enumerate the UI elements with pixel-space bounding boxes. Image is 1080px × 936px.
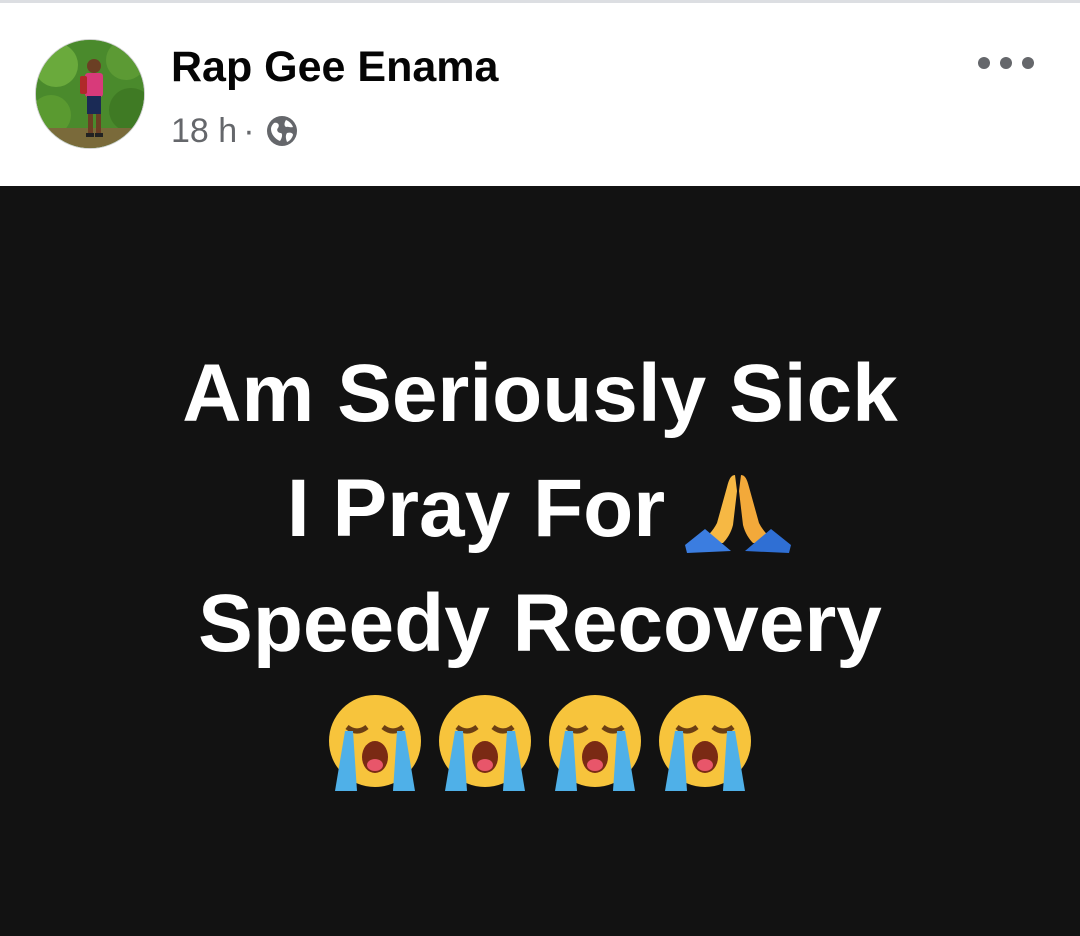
crying-emoji-row — [0, 691, 1080, 801]
more-dot — [1022, 57, 1034, 69]
post-text-line-1: Am Seriously Sick — [182, 348, 898, 439]
post-content[interactable]: Am Seriously Sick I Pray For Speedy Reco… — [0, 186, 1080, 936]
loudly-crying-face-emoji — [329, 695, 421, 791]
meta-separator: · — [243, 111, 255, 150]
author-name[interactable]: Rap Gee Enama — [171, 43, 498, 92]
globe-icon[interactable] — [265, 114, 299, 148]
avatar[interactable] — [35, 39, 145, 149]
post-header: Rap Gee Enama 18 h · — [0, 3, 1080, 186]
post-meta: 18 h · — [171, 109, 299, 153]
post-text-line-2: I Pray For — [0, 461, 1080, 557]
avatar-image — [36, 40, 144, 148]
loudly-crying-face-emoji — [439, 695, 531, 791]
loudly-crying-face-emoji — [549, 695, 641, 791]
post-text-line-3: Speedy Recovery — [198, 578, 882, 669]
timestamp[interactable]: 18 h — [171, 112, 237, 151]
more-dot — [978, 57, 990, 69]
more-options-icon[interactable] — [978, 45, 1034, 81]
folded-hands-emoji — [685, 475, 792, 553]
more-dot — [1000, 57, 1012, 69]
post-text-line-2-text: I Pray For — [286, 463, 666, 554]
loudly-crying-face-emoji — [659, 695, 751, 791]
